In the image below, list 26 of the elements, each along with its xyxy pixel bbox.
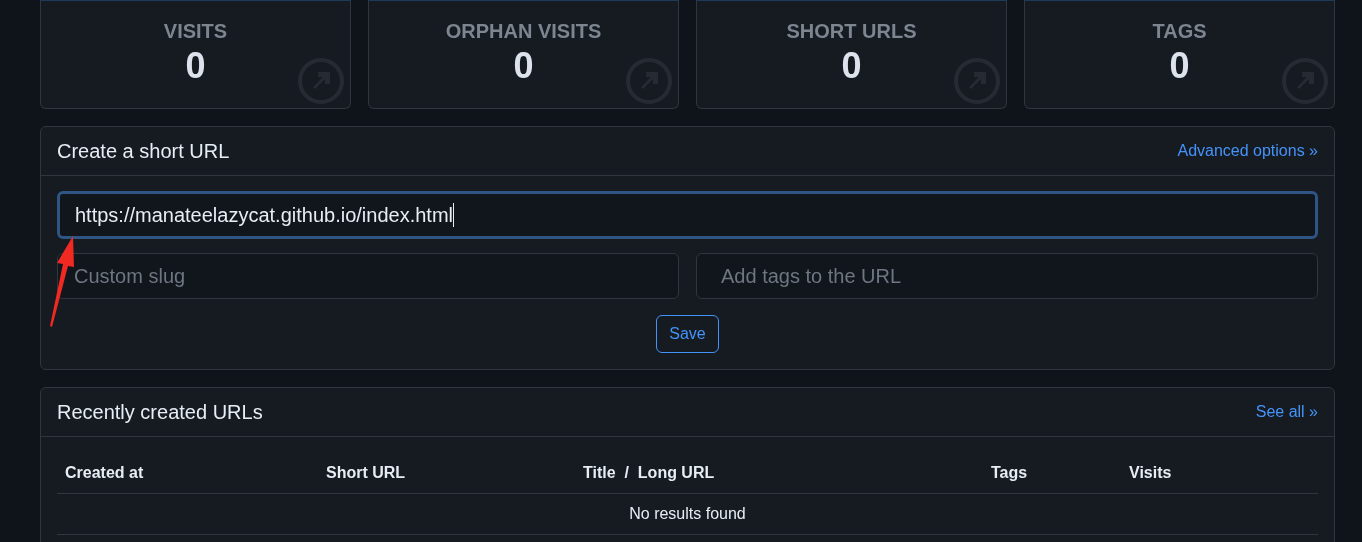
column-header: Visits xyxy=(1129,464,1172,481)
stat-card[interactable]: TAGS 0 xyxy=(1024,0,1335,109)
stat-value: 0 xyxy=(513,44,534,88)
column-header: Created at xyxy=(65,464,144,481)
panel-title: Create a short URL xyxy=(57,139,230,164)
stat-label: ORPHAN VISITS xyxy=(445,19,602,44)
slug-field[interactable]: Custom slug xyxy=(57,253,679,299)
column-header: Short URL xyxy=(326,464,406,481)
panel-title: Recently created URLs xyxy=(57,400,263,425)
stat-value: 0 xyxy=(1169,44,1190,88)
tags-field[interactable]: Add tags to the URL xyxy=(696,253,1318,299)
stat-card[interactable]: SHORT URLS 0 xyxy=(696,0,1007,109)
stat-value: 0 xyxy=(841,44,862,88)
stat-card[interactable]: VISITS 0 xyxy=(40,0,351,109)
stat-card[interactable]: ORPHAN VISITS 0 xyxy=(368,0,679,109)
stat-label: TAGS xyxy=(1152,19,1207,44)
column-header: Tags xyxy=(991,464,1028,481)
stat-label: VISITS xyxy=(163,19,228,44)
empty-message: No results found xyxy=(629,504,746,524)
advanced-options-link[interactable]: Advanced options » xyxy=(1177,139,1318,163)
url-field[interactable]: https://manateelazycat.github.io/index.html xyxy=(57,191,1318,239)
column-header: Title / Long URL xyxy=(583,464,715,481)
save-button[interactable]: Save xyxy=(656,315,719,353)
stat-value: 0 xyxy=(185,44,206,88)
stat-label: SHORT URLS xyxy=(786,19,917,44)
see-all-link[interactable]: See all » xyxy=(1255,400,1318,424)
